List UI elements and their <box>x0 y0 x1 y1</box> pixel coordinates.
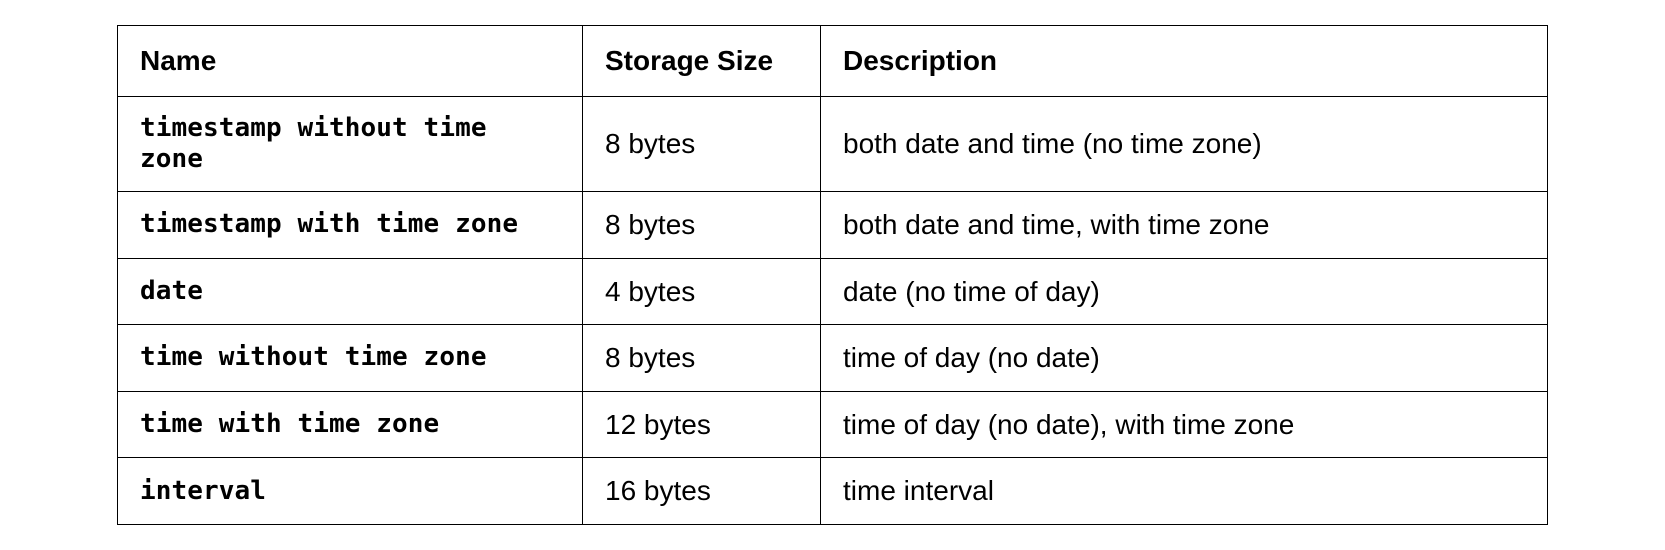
type-name-cell: date <box>118 258 583 325</box>
type-name-cell: timestamp with time zone <box>118 191 583 258</box>
table-row: date 4 bytes date (no time of day) <box>118 258 1548 325</box>
storage-size-cell: 8 bytes <box>583 191 821 258</box>
col-header-name: Name <box>118 26 583 97</box>
storage-size-cell: 8 bytes <box>583 325 821 392</box>
storage-size-cell: 8 bytes <box>583 96 821 191</box>
description-cell: time interval <box>821 458 1548 525</box>
table-row: time with time zone 12 bytes time of day… <box>118 391 1548 458</box>
storage-size-cell: 4 bytes <box>583 258 821 325</box>
table-header-row: Name Storage Size Description <box>118 26 1548 97</box>
storage-size-cell: 16 bytes <box>583 458 821 525</box>
type-name-cell: interval <box>118 458 583 525</box>
description-cell: date (no time of day) <box>821 258 1548 325</box>
description-cell: time of day (no date) <box>821 325 1548 392</box>
description-cell: both date and time, with time zone <box>821 191 1548 258</box>
col-header-storage: Storage Size <box>583 26 821 97</box>
type-name-cell: timestamp without time zone <box>118 96 583 191</box>
storage-size-cell: 12 bytes <box>583 391 821 458</box>
table-row: timestamp without time zone 8 bytes both… <box>118 96 1548 191</box>
table-row: interval 16 bytes time interval <box>118 458 1548 525</box>
table-row: timestamp with time zone 8 bytes both da… <box>118 191 1548 258</box>
type-name-cell: time without time zone <box>118 325 583 392</box>
table-row: time without time zone 8 bytes time of d… <box>118 325 1548 392</box>
col-header-description: Description <box>821 26 1548 97</box>
description-cell: time of day (no date), with time zone <box>821 391 1548 458</box>
description-cell: both date and time (no time zone) <box>821 96 1548 191</box>
datetime-types-table: Name Storage Size Description timestamp … <box>117 25 1548 525</box>
type-name-cell: time with time zone <box>118 391 583 458</box>
